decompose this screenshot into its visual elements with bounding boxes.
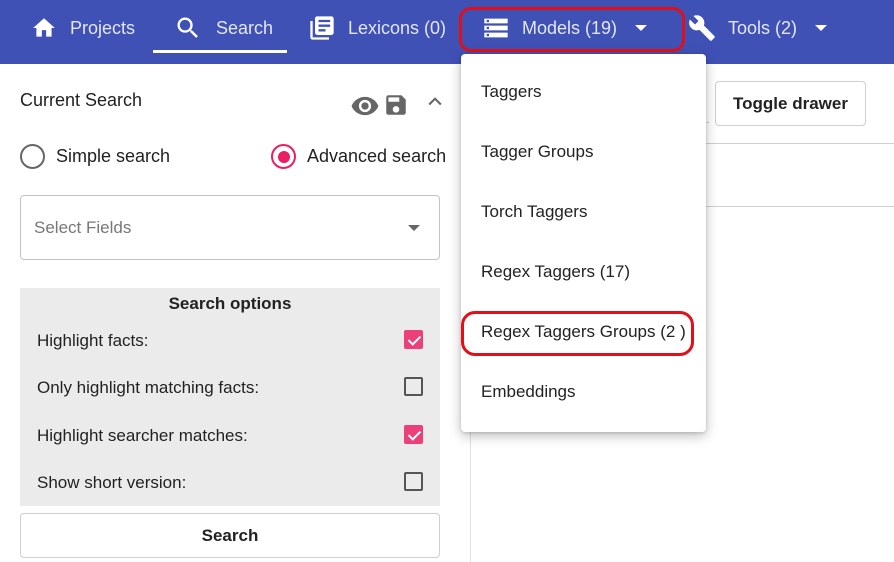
option-label: Only highlight matching facts: xyxy=(37,378,260,397)
nav-lexicons-label: Lexicons (0) xyxy=(348,17,447,38)
content-divider xyxy=(706,206,894,207)
option-checkbox[interactable] xyxy=(404,472,423,491)
radio-advanced-circle[interactable] xyxy=(271,144,296,169)
menu-item-regex-tagger-groups[interactable]: Regex Taggers Groups (2 ) xyxy=(461,302,706,362)
nav-tools[interactable]: Tools (2) xyxy=(688,0,828,56)
nav-models[interactable]: Models (19) xyxy=(482,0,648,56)
search-options-title: Search options xyxy=(168,294,292,313)
search-icon xyxy=(177,17,198,38)
radio-advanced-label: Advanced search xyxy=(307,146,447,166)
nav-projects[interactable]: Projects xyxy=(30,0,135,56)
option-checkbox[interactable] xyxy=(404,425,423,444)
radio-simple-label: Simple search xyxy=(56,146,171,166)
models-dropdown-menu: Taggers Tagger Groups Torch Taggers Rege… xyxy=(461,54,706,432)
nav-tools-label: Tools (2) xyxy=(728,17,798,38)
menu-item-embeddings[interactable]: Embeddings xyxy=(461,362,706,422)
option-highlight-searcher-matches: Highlight searcher matches: xyxy=(37,424,423,448)
caret-down-icon xyxy=(635,25,648,31)
active-tab-indicator xyxy=(153,50,287,53)
chevron-up-icon[interactable] xyxy=(425,92,445,112)
nav-projects-label: Projects xyxy=(70,17,136,38)
library-books-icon xyxy=(310,16,334,40)
option-highlight-facts: Highlight facts: xyxy=(37,329,423,353)
option-only-highlight-matching: Only highlight matching facts: xyxy=(37,376,423,400)
option-label: Highlight facts: xyxy=(37,331,149,350)
menu-item-torch-taggers[interactable]: Torch Taggers xyxy=(461,182,706,242)
home-icon xyxy=(33,18,55,37)
radio-simple-search[interactable]: Simple search xyxy=(20,144,170,169)
option-show-short-version: Show short version: xyxy=(37,471,423,495)
option-label: Show short version: xyxy=(37,473,187,492)
top-nav-bar: Projects Search Lexicons (0) Models (19)… xyxy=(0,0,894,64)
search-button[interactable]: Search xyxy=(20,513,440,558)
caret-down-icon xyxy=(815,25,828,31)
toggle-drawer-button[interactable]: Toggle drawer xyxy=(715,81,866,126)
nav-search-label: Search xyxy=(216,17,274,38)
select-fields-placeholder: Select Fields xyxy=(34,218,132,237)
option-checkbox[interactable] xyxy=(404,330,423,349)
nav-lexicons[interactable]: Lexicons (0) xyxy=(308,0,446,56)
search-options-panel: Search options Highlight facts: Only hig… xyxy=(20,288,440,506)
dropdown-arrow-icon xyxy=(408,225,420,231)
nav-search[interactable]: Search xyxy=(174,0,273,56)
select-fields-dropdown[interactable]: Select Fields xyxy=(20,195,440,260)
radio-simple-circle[interactable] xyxy=(20,144,45,169)
menu-item-tagger-groups[interactable]: Tagger Groups xyxy=(461,122,706,182)
radio-advanced-search[interactable]: Advanced search xyxy=(271,144,446,169)
content-divider xyxy=(706,143,894,144)
eye-icon[interactable] xyxy=(350,95,380,117)
save-icon[interactable] xyxy=(383,92,409,118)
menu-item-taggers[interactable]: Taggers xyxy=(461,62,706,122)
wrench-icon xyxy=(689,15,715,41)
current-search-title: Current Search xyxy=(20,90,143,110)
option-label: Highlight searcher matches: xyxy=(37,426,248,445)
storage-icon xyxy=(484,18,508,38)
option-checkbox[interactable] xyxy=(404,377,423,396)
menu-item-regex-taggers[interactable]: Regex Taggers (17) xyxy=(461,242,706,302)
nav-models-label: Models (19) xyxy=(522,17,618,38)
